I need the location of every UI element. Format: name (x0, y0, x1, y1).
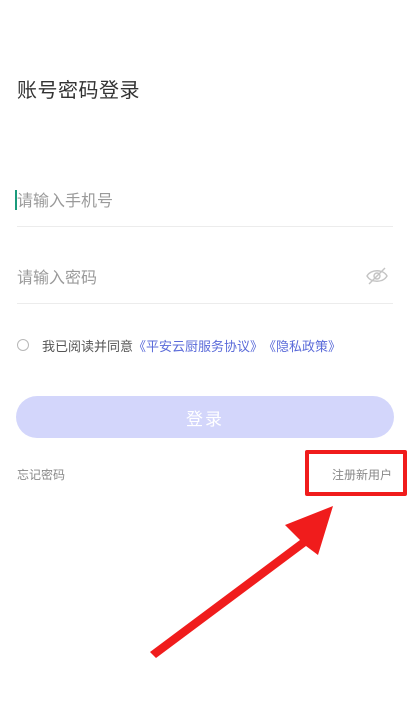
login-button[interactable]: 登录 (16, 396, 394, 438)
agreement-text: 我已阅读并同意 (42, 339, 134, 355)
page-title: 账号密码登录 (17, 78, 140, 102)
eye-off-icon[interactable] (365, 266, 389, 286)
login-page: 账号密码登录 我已阅读并同意 《平安云厨服务协议》 《隐私政策》 登录 忘记密码… (0, 0, 415, 720)
privacy-policy-link[interactable]: 《隐私政策》 (263, 336, 341, 355)
agreement-row: 我已阅读并同意 《平安云厨服务协议》 《隐私政策》 (17, 336, 341, 355)
text-caret (15, 190, 17, 210)
password-input[interactable] (17, 262, 347, 292)
password-field (17, 262, 393, 304)
phone-input[interactable] (17, 186, 393, 214)
pointer-arrow (150, 506, 333, 658)
agreement-radio[interactable] (17, 339, 29, 351)
phone-field (15, 186, 393, 227)
forgot-password-link[interactable]: 忘记密码 (17, 466, 65, 483)
service-agreement-link[interactable]: 《平安云厨服务协议》 (133, 336, 263, 355)
